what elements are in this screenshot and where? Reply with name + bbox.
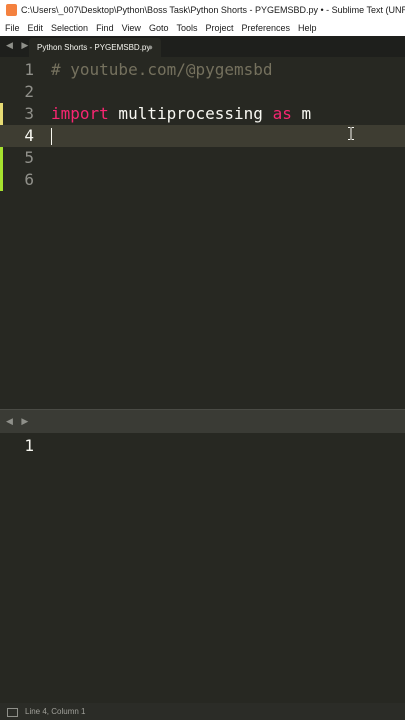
group-tab-bar: ◀ ▶	[0, 409, 405, 434]
menu-tools[interactable]: Tools	[171, 20, 200, 36]
editor-main[interactable]: 1 # youtube.com/@pygemsbd 2 3 import mul…	[0, 57, 405, 409]
keyword-as: as	[272, 104, 292, 123]
group-nav-arrows-icon[interactable]: ◀ ▶	[6, 416, 31, 427]
code-line[interactable]: 5	[0, 147, 405, 169]
line-number: 2	[24, 82, 34, 101]
alias-name: m	[291, 104, 312, 123]
keyword-import: import	[51, 104, 109, 123]
panel-toggle-icon[interactable]	[7, 708, 18, 717]
tab-label: Python Shorts - PYGEMSBD.py	[37, 43, 151, 52]
menu-preferences[interactable]: Preferences	[236, 20, 293, 36]
menu-find[interactable]: Find	[91, 20, 117, 36]
line-number: 1	[24, 60, 34, 79]
sublime-app-icon	[6, 4, 17, 16]
code-import-statement: import multiprocessing as m	[51, 103, 311, 125]
code-line[interactable]: 6	[0, 169, 405, 191]
code-line[interactable]: 2	[0, 81, 405, 103]
tab-nav-arrows-icon[interactable]: ◀ ▶	[6, 40, 31, 51]
line-number: 5	[24, 148, 34, 167]
line-number: 3	[24, 104, 34, 123]
editor-bottom[interactable]: 1	[0, 433, 405, 703]
code-line[interactable]: 1	[0, 435, 405, 457]
code-line-active[interactable]: 4	[0, 125, 405, 147]
cursor-position: Line 4, Column 1	[25, 707, 86, 716]
menu-edit[interactable]: Edit	[23, 20, 47, 36]
menu-goto[interactable]: Goto	[144, 20, 172, 36]
line-number: 6	[24, 170, 34, 189]
menu-view[interactable]: View	[117, 20, 144, 36]
code-comment: # youtube.com/@pygemsbd	[51, 60, 273, 79]
code-line[interactable]: 1 # youtube.com/@pygemsbd	[0, 59, 405, 81]
window-title: C:\Users\_007\Desktop\Python\Boss Task\P…	[21, 5, 405, 15]
status-bar: Line 4, Column 1	[0, 703, 405, 720]
menu-selection[interactable]: Selection	[46, 20, 91, 36]
text-caret	[51, 128, 52, 145]
menu-bar: File Edit Selection Find View Goto Tools Projec…	[0, 20, 405, 36]
unsaved-dot-icon[interactable]: ●	[148, 38, 153, 57]
title-bar: C:\Users\_007\Desktop\Python\Boss Task\P…	[0, 0, 405, 20]
tab-bar: ◀ ▶ Python Shorts - PYGEMSBD.py ●	[0, 36, 405, 57]
module-name: multiprocessing	[108, 104, 273, 123]
line-number: 4	[24, 126, 34, 145]
line-number: 1	[24, 436, 34, 455]
code-line[interactable]: 3 import multiprocessing as m	[0, 103, 405, 125]
menu-file[interactable]: File	[0, 20, 23, 36]
tab-python-shorts[interactable]: Python Shorts - PYGEMSBD.py ●	[29, 38, 161, 57]
menu-help[interactable]: Help	[293, 20, 320, 36]
menu-project[interactable]: Project	[200, 20, 236, 36]
ibeam-cursor-icon	[348, 127, 354, 140]
